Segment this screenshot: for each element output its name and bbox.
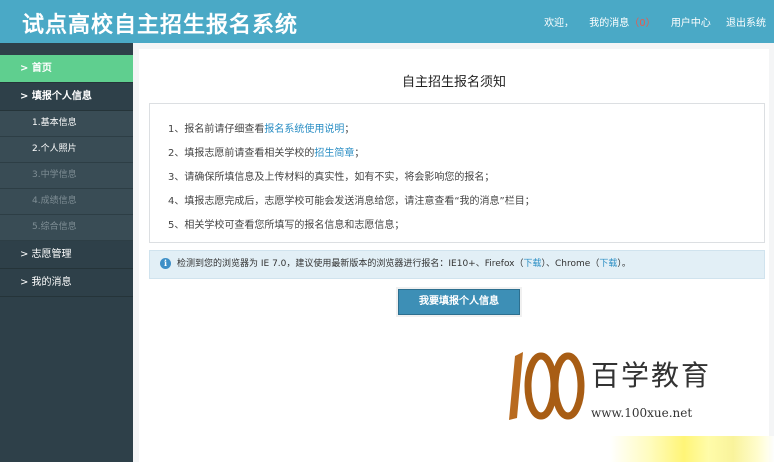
browser-tip: i 检测到您的浏览器为 IE 7.0，建议使用最新版本的浏览器进行报名：IE10+… xyxy=(149,250,765,279)
pixelated-artifact xyxy=(610,436,774,462)
notice-line-4: 4、填报志愿完成后，志愿学校可能会发送消息给您，请注意查看“我的消息”栏目； xyxy=(168,196,535,207)
notice-line-1-text: 1、报名前请仔细查看 xyxy=(168,124,265,135)
page-title: 自主招生报名须知 xyxy=(401,75,506,90)
sidebar-subitem-general-info: 5.综合信息 xyxy=(0,215,133,241)
admission-brochure-link[interactable]: 招生简章 xyxy=(314,148,354,159)
notice-line-2-text: 2、填报志愿前请查看相关学校的 xyxy=(168,148,315,159)
my-messages-link[interactable]: 我的消息（0） xyxy=(589,18,655,29)
top-header: 试点高校自主招生报名系统 欢迎， 我的消息（0） 用户中心 退出系统 xyxy=(0,0,774,43)
browser-tip-text: 检测到您的浏览器为 IE 7.0，建议使用最新版本的浏览器进行报名：IE10+、… xyxy=(177,259,524,269)
notice-line-1-end: ； xyxy=(344,124,355,135)
firefox-download-link[interactable]: 下载 xyxy=(524,259,542,269)
browser-tip-text-3: ）。 xyxy=(617,259,631,269)
info-icon: i xyxy=(160,258,171,269)
watermark: 百学教育 www.100xue.net xyxy=(505,350,765,430)
sidebar: > 首页 > 填报个人信息 1.基本信息 2.个人照片 3.中学信息 4.成绩信… xyxy=(0,43,133,462)
fill-personal-info-button[interactable]: 我要填报个人信息 xyxy=(398,289,520,315)
watermark-brand: 百学教育 xyxy=(591,359,712,392)
my-messages-label: 我的消息 xyxy=(589,18,630,29)
logout-link[interactable]: 退出系统 xyxy=(726,18,766,29)
sidebar-item-fill-info[interactable]: > 填报个人信息 xyxy=(0,83,133,111)
browser-tip-text-2: ）、Chrome（ xyxy=(541,259,600,269)
sidebar-subitem-photo[interactable]: 2.个人照片 xyxy=(0,137,133,163)
sidebar-subitem-basic-info[interactable]: 1.基本信息 xyxy=(0,111,133,137)
user-center-link[interactable]: 用户中心 xyxy=(671,18,711,29)
notice-line-5: 5、相关学校可查看您所填写的报名信息和志愿信息； xyxy=(168,220,405,231)
chrome-download-link[interactable]: 下载 xyxy=(599,259,617,269)
welcome-text: 欢迎， xyxy=(544,18,575,29)
app-title: 试点高校自主招生报名系统 xyxy=(22,13,299,38)
sidebar-item-my-messages[interactable]: > 我的消息 xyxy=(0,269,133,297)
sidebar-item-home[interactable]: > 首页 xyxy=(0,55,133,83)
watermark-url: www.100xue.net xyxy=(591,406,693,420)
header-nav: 欢迎， 我的消息（0） 用户中心 退出系统 xyxy=(532,14,766,29)
usage-guide-link[interactable]: 报名系统使用说明 xyxy=(264,124,344,135)
sidebar-item-volunteer[interactable]: > 志愿管理 xyxy=(0,241,133,269)
notice-line-2: 2、填报志愿前请查看相关学校的招生简章； xyxy=(168,144,364,159)
notice-box: 1、报名前请仔细查看报名系统使用说明； 2、填报志愿前请查看相关学校的招生简章；… xyxy=(149,103,765,243)
sidebar-subitem-scores: 4.成绩信息 xyxy=(0,189,133,215)
notice-line-2-end: ； xyxy=(354,148,365,159)
100-logo-icon xyxy=(509,352,585,420)
message-count: （0） xyxy=(629,18,656,29)
sidebar-subitem-school-info: 3.中学信息 xyxy=(0,163,133,189)
notice-line-3: 3、请确保所填信息及上传材料的真实性，如有不实，将会影响您的报名； xyxy=(168,172,495,183)
notice-line-1: 1、报名前请仔细查看报名系统使用说明； xyxy=(168,120,354,135)
